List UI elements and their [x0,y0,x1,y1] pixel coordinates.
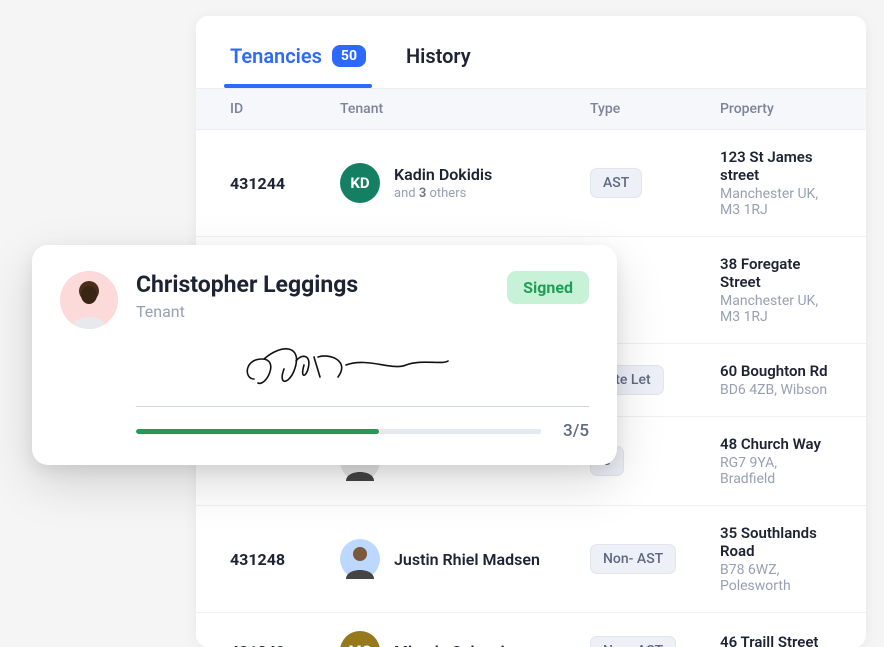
cell-property: 60 Boughton Rd BD6 4ZB, Wibson [720,362,832,398]
card-header: Christopher Leggings Tenant Signed [60,271,589,329]
cell-id: 431249 [230,642,340,647]
col-tenant: Tenant [340,101,590,117]
table-row[interactable]: 431248 Justin Rhiel Madsen Non- AST 35 Sout… [196,506,866,613]
cell-property: 123 St James streetManchester UK, M3 1RJ [720,148,832,218]
tab-tenancies-badge: 50 [332,45,366,67]
cell-property: 48 Church Way RG7 9YA, Bradfield [720,435,832,487]
property-line1: 123 St James street [720,148,832,184]
status-badge: Signed [507,271,589,304]
avatar: MC [340,631,380,647]
table-header: ID Tenant Type Property [196,88,866,130]
table-row[interactable]: 431249MC Miracle Calzoni Non- AST 46 Traill… [196,613,866,647]
card-subtitle: Tenant [136,302,358,321]
tenant-name: Kadin Dokidis [394,165,492,184]
type-pill: Non- AST [590,636,676,647]
signature-area[interactable] [136,339,589,407]
property-line1: 38 Foregate Street [720,255,832,291]
property-line1: 60 Boughton Rd [720,362,832,380]
tab-tenancies-label: Tenancies [230,44,322,68]
progress-fill [136,429,379,434]
tenant-meta: and 3 others [394,186,492,201]
avatar [340,539,380,579]
cell-type: AST [590,168,720,198]
progress-bar [136,429,541,434]
avatar [60,271,118,329]
tab-history-label: History [406,44,471,68]
property-line2: Manchester UK, M3 1RJ [720,186,832,218]
property-line2: B78 6WZ, Polesworth [720,562,832,594]
tab-tenancies[interactable]: Tenancies 50 [230,44,366,88]
tab-history[interactable]: History [406,44,471,88]
tenant-name: Justin Rhiel Madsen [394,550,540,569]
property-line1: 48 Church Way [720,435,832,453]
property-line2: RG7 9YA, Bradfield [720,455,832,487]
cell-tenant: Justin Rhiel Madsen [340,539,590,579]
type-pill: Non- AST [590,544,676,574]
table-row[interactable]: 431244KD Kadin Dokidis and 3 others AST 123 … [196,130,866,237]
card-title: Christopher Leggings [136,271,358,298]
col-type: Type [590,101,720,117]
type-pill: AST [590,168,642,198]
property-line2: BD6 4ZB, Wibson [720,382,832,398]
cell-property: 38 Foregate StreetManchester UK, M3 1RJ [720,255,832,325]
cell-tenant: MC Miracle Calzoni [340,631,590,647]
card-title-block: Christopher Leggings Tenant [136,271,358,321]
tenant-name: Miracle Calzoni [394,642,505,647]
progress-label: 3/5 [563,421,589,441]
property-line2: Manchester UK, M3 1RJ [720,293,832,325]
cell-type: Non- AST [590,636,720,647]
cell-tenant: KD Kadin Dokidis and 3 others [340,163,590,203]
signing-card: Christopher Leggings Tenant Signed 3/5 [32,245,617,465]
avatar: KD [340,163,380,203]
col-property: Property [720,101,832,117]
cell-id: 431248 [230,550,340,569]
cell-property: 46 Traill StreetRotherby [720,633,832,647]
cell-property: 35 Southlands RoadB78 6WZ, Polesworth [720,524,832,594]
col-id: ID [230,101,340,117]
signature-icon [236,335,456,399]
property-line1: 35 Southlands Road [720,524,832,560]
cell-type: Non- AST [590,544,720,574]
tabs: Tenancies 50 History [196,16,866,88]
progress: 3/5 [136,421,589,441]
cell-id: 431244 [230,174,340,193]
property-line1: 46 Traill Street [720,633,832,647]
